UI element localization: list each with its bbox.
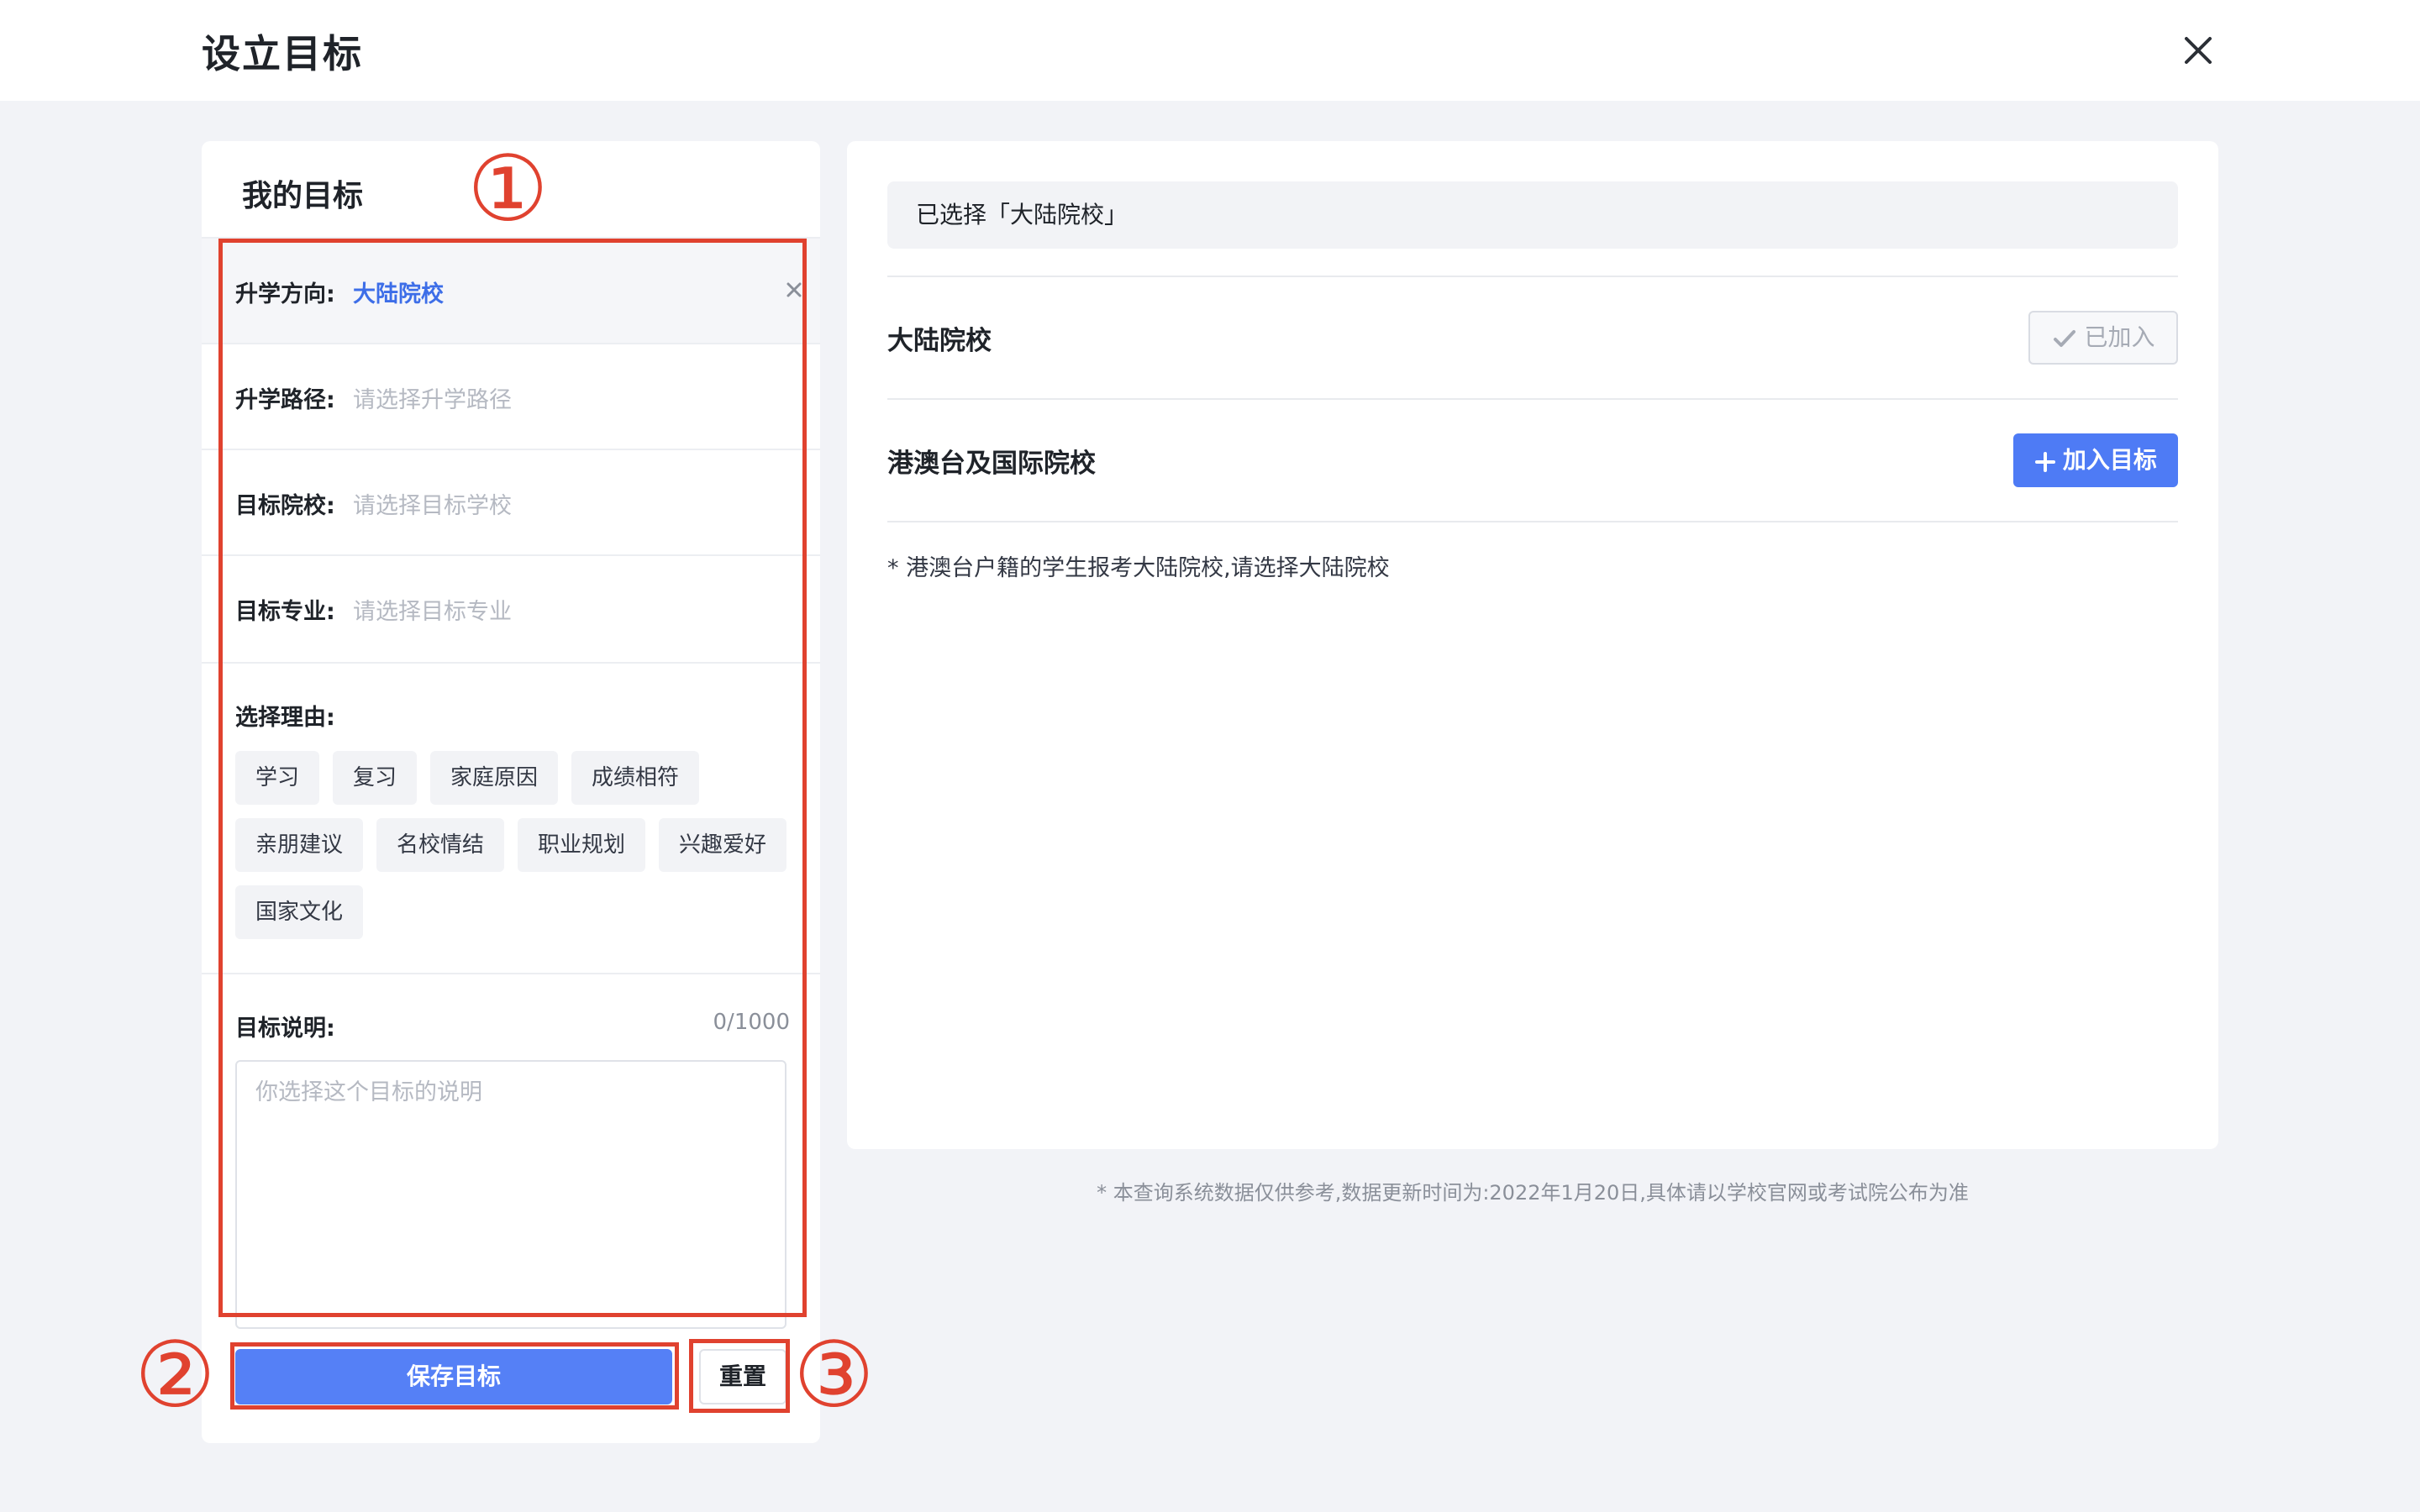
divider <box>202 554 820 556</box>
direction-panel: 已选择「大陆院校」 大陆院校 已加入 港澳台及国际院校 加入目标 * 港澳台户籍… <box>847 141 2218 1149</box>
direction-label: 升学方向: <box>235 281 335 307</box>
char-counter: 0/1000 <box>713 1010 790 1035</box>
clear-icon[interactable] <box>781 277 807 302</box>
description-textarea[interactable] <box>235 1060 786 1329</box>
mainland-title: 大陆院校 <box>887 326 992 356</box>
save-goal-button[interactable]: 保存目标 <box>235 1349 672 1404</box>
major-select[interactable]: 请选择目标专业 <box>353 593 512 626</box>
check-icon <box>2053 330 2075 347</box>
school-select[interactable]: 请选择目标学校 <box>353 487 512 520</box>
plus-icon <box>2035 451 2056 472</box>
reason-tag[interactable]: 兴趣爱好 <box>659 818 787 872</box>
school-label: 目标院校: <box>235 493 335 519</box>
added-button[interactable]: 已加入 <box>2028 311 2178 365</box>
reasons-label: 选择理由: <box>235 705 335 731</box>
reason-tag[interactable]: 亲朋建议 <box>235 818 364 872</box>
panel-title: 我的目标 <box>242 179 364 213</box>
path-select[interactable]: 请选择升学路径 <box>353 381 512 414</box>
divider <box>202 449 820 450</box>
reset-button[interactable]: 重置 <box>699 1349 786 1404</box>
divider <box>202 662 820 664</box>
reason-tags: 学习 复习 家庭原因 成绩相符 亲朋建议 名校情结 职业规划 兴趣爱好 国家文化 <box>235 751 790 939</box>
direction-value[interactable]: 大陆院校 <box>353 276 444 308</box>
close-icon[interactable] <box>2176 29 2220 72</box>
reason-tag[interactable]: 学习 <box>235 751 320 805</box>
selected-indicator: 已选择「大陆院校」 <box>887 181 2178 249</box>
reason-tag[interactable]: 成绩相符 <box>571 751 700 805</box>
hint-note: * 港澳台户籍的学生报考大陆院校,请选择大陆院校 <box>887 555 1390 581</box>
reason-tag[interactable]: 名校情结 <box>376 818 505 872</box>
added-button-label: 已加入 <box>2084 323 2155 351</box>
divider <box>202 973 820 974</box>
divider <box>887 398 2178 400</box>
international-title: 港澳台及国际院校 <box>887 449 1096 479</box>
reason-tag[interactable]: 复习 <box>333 751 418 805</box>
add-goal-label: 加入目标 <box>2062 447 2157 473</box>
reason-tag[interactable]: 家庭原因 <box>430 751 559 805</box>
major-label: 目标专业: <box>235 599 335 625</box>
description-label: 目标说明: <box>235 1016 335 1042</box>
reason-tag[interactable]: 国家文化 <box>235 885 364 939</box>
add-goal-button[interactable]: 加入目标 <box>2013 433 2178 487</box>
reason-tag[interactable]: 职业规划 <box>518 818 646 872</box>
top-bar: 设立目标 <box>0 0 2420 101</box>
path-label: 升学路径: <box>235 387 335 413</box>
my-goal-panel: 我的目标 升学方向: 大陆院校 升学路径: 请选择升学路径 目标院校: 请选择目… <box>202 141 820 1443</box>
divider <box>202 343 820 344</box>
divider <box>887 276 2178 277</box>
divider <box>887 521 2178 522</box>
data-disclaimer: * 本查询系统数据仅供参考,数据更新时间为:2022年1月20日,具体请以学校官… <box>1097 1181 1969 1205</box>
page-title: 设立目标 <box>202 31 363 76</box>
